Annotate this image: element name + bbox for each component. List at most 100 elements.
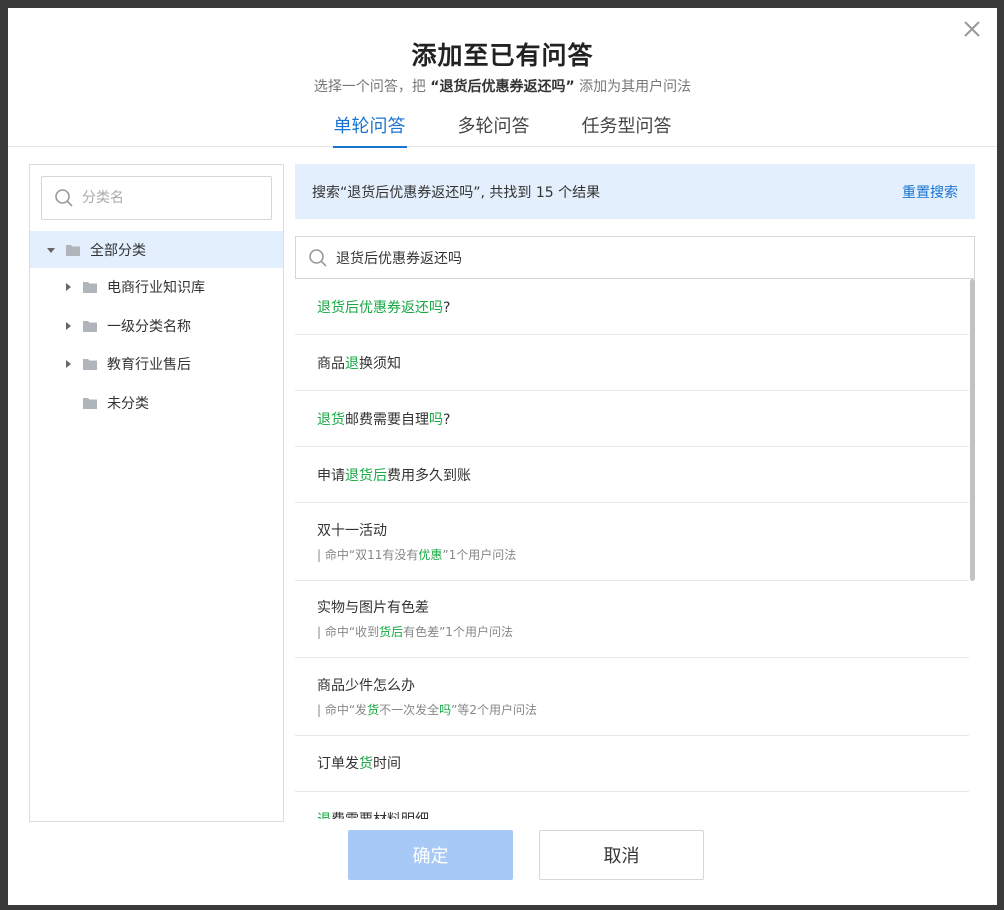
result-row[interactable]: 订单发货时间 [295,736,969,792]
subtitle-suffix: 添加为其用户问法 [579,79,692,95]
question-search-box [295,236,975,279]
tree-item-label: 教育行业售后 [107,357,191,374]
text-segment: 双十一活动 [317,522,387,539]
dialog-footer: 确定 取消 [8,830,997,880]
highlight-text: 货后 [379,625,404,640]
text-segment: ? [443,411,451,428]
text-segment: 费用多久到账 [387,467,471,484]
text-segment: | 命中“收到 [317,625,380,640]
category-search-input[interactable] [82,190,262,206]
highlight-text: 退 [317,812,331,819]
tree-item-level1-category[interactable]: 一级分类名称 [30,307,283,346]
tree-item-label: 未分类 [107,395,149,412]
result-row[interactable]: 退货邮费需要自理吗? [295,391,969,447]
caret-right-icon[interactable] [63,359,73,369]
highlight-text: 吗 [429,411,443,428]
reset-search-link[interactable]: 重置搜索 [902,182,958,202]
result-title: 订单发货时间 [317,753,401,773]
dialog-title: 添加至已有问答 [411,41,594,70]
text-segment: 商品 [317,355,345,372]
qa-type-tabs: 单轮问答 多轮问答 任务型问答 [8,112,997,148]
result-hit-info: | 命中“收到货后有色差”1个用户问法 [317,623,947,640]
text-segment: | 命中“发 [317,702,368,717]
result-list[interactable]: 退货后优惠券返还吗? 商品退换须知 退货邮费需要自理吗? 申请退货后费用多久到账 双十一… [295,279,975,819]
highlight-text: 优惠 [418,547,443,562]
tree-item-label: 电商行业知识库 [107,280,205,297]
text-segment: 申请 [317,467,345,484]
text-segment: 时间 [373,756,401,772]
category-panel: 全部分类 电商行业知识库 一级分类名称 [29,164,284,822]
search-result-banner: 搜索“退货后优惠券返还吗”, 共找到 15 个结果 重置搜索 [295,164,975,219]
result-list-inner: 退货后优惠券返还吗? 商品退换须知 退货邮费需要自理吗? 申请退货后费用多久到账 双十一… [295,279,969,819]
dialog-subtitle: 选择一个问答，把 “退货后优惠券返还吗” 添加为其用户问法 [8,76,997,96]
tree-item-uncategorized[interactable]: 未分类 [30,384,283,423]
tree-item-all-categories[interactable]: 全部分类 [30,231,283,268]
result-title: 商品退换须知 [317,353,401,373]
tree-item-ecommerce-kb[interactable]: 电商行业知识库 [30,268,283,307]
result-row[interactable]: 退费需要材料明细 [295,792,969,819]
text-segment: | 命中“双11有没有 [317,547,419,562]
results-panel: 搜索“退货后优惠券返还吗”, 共找到 15 个结果 重置搜索 退货后优惠券返还吗… [295,164,975,819]
text-segment: 实物与图片有色差 [317,600,429,617]
result-title: 商品少件怎么办 [317,675,947,695]
text-segment: 有色差”1个用户问法 [403,625,513,640]
result-title: 实物与图片有色差 [317,597,947,617]
highlight-text: 退 [345,355,359,372]
result-row[interactable]: 实物与图片有色差 | 命中“收到货后有色差”1个用户问法 [295,581,969,658]
confirm-button[interactable]: 确定 [348,830,513,880]
text-segment: ? [443,299,451,316]
tab-task-based[interactable]: 任务型问答 [581,112,673,147]
text-segment: 不一次发全 [379,702,440,717]
folder-icon [83,320,97,332]
folder-icon [66,244,80,256]
result-row[interactable]: 退货后优惠券返还吗? [295,279,969,335]
result-title: 申请退货后费用多久到账 [317,465,471,485]
result-hit-info: | 命中“双11有没有优惠”1个用户问法 [317,546,947,563]
tree-item-education-aftersales[interactable]: 教育行业售后 [30,345,283,384]
footer-buttons: 确定 取消 [348,830,704,880]
category-search-box [41,176,272,220]
highlight-text: 退货后优惠券返还吗 [317,299,443,316]
text-segment: 订单发 [317,756,359,772]
result-title: 退货后优惠券返还吗? [317,297,450,317]
add-to-existing-qa-dialog: 添加至已有问答 选择一个问答，把 “退货后优惠券返还吗” 添加为其用户问法 单轮… [8,8,997,905]
tab-single-turn[interactable]: 单轮问答 [332,112,407,148]
subtitle-prefix: 选择一个问答，把 [313,79,426,95]
tree-item-label: 全部分类 [90,242,146,259]
text-segment: 换须知 [359,355,401,372]
text-segment: 邮费需要自理 [345,411,429,428]
cancel-button[interactable]: 取消 [539,830,704,880]
caret-right-icon[interactable] [63,282,73,292]
text-segment: 费需要材料明细 [331,812,429,819]
result-row[interactable]: 申请退货后费用多久到账 [295,447,969,503]
highlight-text: 吗 [439,702,452,717]
tree-item-label: 一级分类名称 [107,318,191,335]
text-segment: 商品少件怎么办 [317,677,415,694]
question-search-input[interactable] [336,249,936,266]
caret-down-icon[interactable] [46,245,56,255]
caret-right-icon[interactable] [63,321,73,331]
search-icon [55,189,73,207]
text-segment: ”1个用户问法 [442,547,517,562]
search-icon [309,248,327,267]
result-title: 退货邮费需要自理吗? [317,409,450,429]
subtitle-question: “退货后优惠券返还吗” [430,79,575,95]
folder-icon [83,359,97,371]
category-tree: 全部分类 电商行业知识库 一级分类名称 教育行业售后 未分类 [30,231,283,422]
result-hit-info: | 命中“发货不一次发全吗”等2个用户问法 [317,701,947,718]
highlight-text: 货 [359,756,373,772]
folder-icon [83,282,97,294]
result-title: 退费需要材料明细 [317,809,429,819]
highlight-text: 退货 [317,411,345,428]
folder-icon [83,397,97,409]
result-row[interactable]: 商品退换须知 [295,335,969,391]
result-summary: 搜索“退货后优惠券返还吗”, 共找到 15 个结果 [312,184,601,201]
highlight-text: 退货后 [345,467,387,484]
highlight-text: 货 [367,702,380,717]
tab-multi-turn[interactable]: 多轮问答 [457,112,531,147]
result-title: 双十一活动 [317,520,947,540]
result-row[interactable]: 双十一活动 | 命中“双11有没有优惠”1个用户问法 [295,503,969,581]
scrollbar[interactable] [970,279,975,581]
result-row[interactable]: 商品少件怎么办 | 命中“发货不一次发全吗”等2个用户问法 [295,658,969,736]
text-segment: ”等2个用户问法 [451,702,537,717]
